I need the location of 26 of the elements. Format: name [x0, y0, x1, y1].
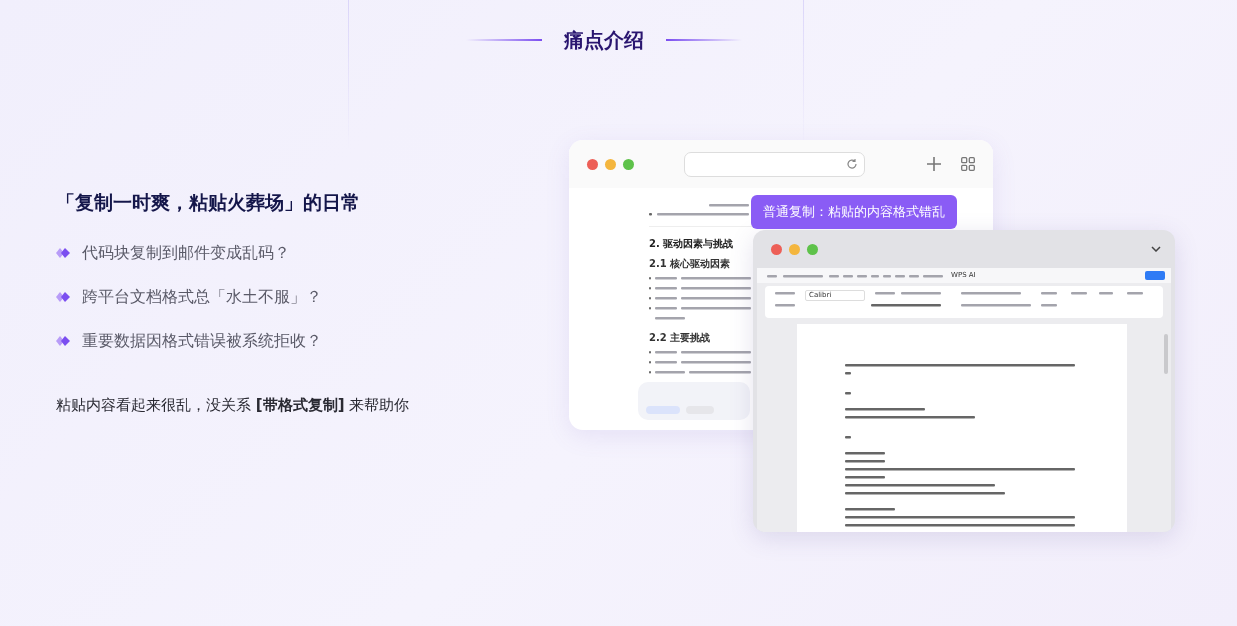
section-title: 痛点介绍	[563, 28, 644, 52]
section-heading: 2. 驱动因素与挑战	[649, 237, 734, 251]
conclusion-text: 粘贴内容看起来很乱，没关系 [带格式复制] 来帮助你	[56, 395, 411, 416]
window-control-icon[interactable]	[623, 158, 634, 170]
diamond-bullet-icon	[56, 248, 70, 258]
diamond-bullet-icon	[56, 292, 70, 302]
plus-icon[interactable]	[927, 157, 941, 171]
refresh-icon[interactable]	[846, 158, 858, 170]
pain-point: 跨平台文档格式总「水土不服」？	[82, 286, 322, 308]
subsection-heading: 2.1 核心驱动因素	[649, 257, 731, 271]
pain-point: 重要数据因格式错误被系统拒收？	[82, 330, 322, 352]
subsection-heading: 2.2 主要挑战	[649, 331, 711, 345]
chevron-down-icon[interactable]	[1151, 246, 1161, 252]
share-button[interactable]	[1145, 271, 1165, 281]
window-control-icon[interactable]	[807, 243, 818, 255]
diamond-bullet-icon	[56, 336, 70, 346]
heading: 「复制一时爽，粘贴火葬场」的日常	[56, 190, 361, 214]
chat-input[interactable]	[638, 382, 750, 420]
window-control-icon[interactable]	[587, 158, 598, 170]
tooltip: 普通复制：粘贴的内容格式错乱	[751, 195, 957, 229]
window-control-icon[interactable]	[771, 243, 782, 255]
address-field[interactable]	[684, 151, 865, 177]
window-control-icon[interactable]	[605, 158, 616, 170]
window-control-icon[interactable]	[789, 243, 800, 255]
grid-icon[interactable]	[961, 157, 975, 171]
pain-point: 代码块复制到邮件变成乱码？	[82, 242, 290, 264]
